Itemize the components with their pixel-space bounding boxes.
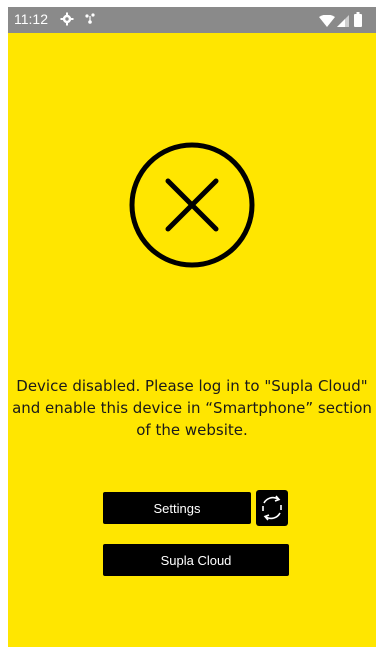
device-disabled-screen: 11:12 Device disabled. Please log in to …	[8, 7, 376, 647]
settings-button[interactable]: Settings	[103, 492, 251, 524]
notification-icon	[84, 12, 98, 26]
refresh-icon	[262, 495, 282, 521]
battery-icon	[354, 12, 362, 27]
gear-icon	[60, 12, 74, 26]
supla-cloud-button[interactable]: Supla Cloud	[103, 544, 289, 576]
disabled-x-circle-icon	[128, 141, 256, 269]
signal-icon	[337, 14, 349, 27]
wifi-icon	[319, 14, 335, 27]
status-bar: 11:12	[8, 7, 376, 33]
device-disabled-message: Device disabled. Please log in to "Supla…	[12, 377, 372, 439]
refresh-button[interactable]	[256, 490, 288, 526]
status-time: 11:12	[14, 11, 48, 27]
